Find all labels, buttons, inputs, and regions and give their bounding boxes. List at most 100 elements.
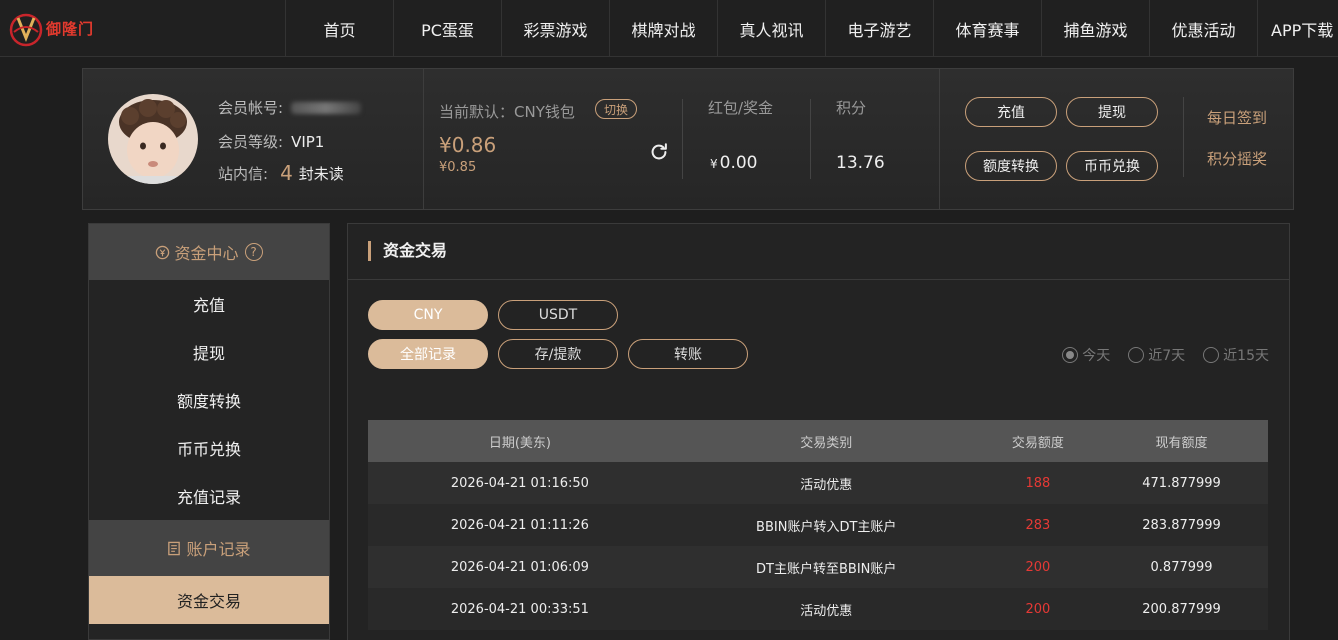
bonus-amount: 0.00 [719, 153, 758, 173]
brand-logo[interactable]: 御隆门 [8, 6, 108, 50]
nav-item-app-download[interactable]: APP下载 [1257, 0, 1338, 57]
dragon-logo-icon [9, 13, 43, 47]
nav-item-home[interactable]: 首页 [285, 0, 393, 57]
sidebar-section-records: 账户记录 [89, 520, 329, 576]
deposit-button[interactable]: 充值 [965, 97, 1057, 127]
nav-item-promotions[interactable]: 优惠活动 [1149, 0, 1257, 57]
cell-amount: 283 [980, 504, 1096, 546]
unread-count[interactable]: 4 [280, 161, 293, 185]
sidebar-item-withdraw[interactable]: 提现 [89, 328, 329, 376]
daily-checkin-link[interactable]: 每日签到 [1207, 107, 1267, 128]
table-row: 2026-04-21 00:33:51 活动优惠 200 200.877999 [368, 588, 1268, 630]
mail-row[interactable]: 站内信: 4 封未读 [218, 161, 344, 185]
cell-date: 2026-04-21 01:11:26 [368, 504, 672, 546]
wallet-label: 当前默认：CNY钱包 [439, 103, 575, 121]
filter-all-records[interactable]: 全部记录 [368, 339, 488, 369]
range-today-label: 今天 [1082, 348, 1111, 364]
nav-item-slots[interactable]: 电子游艺 [825, 0, 933, 57]
filter-deposit-withdraw[interactable]: 存/提款 [498, 339, 618, 369]
cell-date: 2026-04-21 00:33:51 [368, 588, 672, 630]
wallet-sub-balance: ¥0.85 [439, 160, 477, 175]
exchange-button[interactable]: 币币兑换 [1066, 151, 1158, 181]
bonus-value: ¥0.00 [710, 153, 758, 173]
account-value-redacted [291, 101, 362, 114]
level-label: 会员等级: [218, 133, 284, 151]
sidebar-item-transfer[interactable]: 额度转换 [89, 376, 329, 424]
divider [682, 99, 683, 179]
table-row: 2026-04-21 01:06:09 DT主账户转至BBIN账户 200 0.… [368, 546, 1268, 588]
divider [810, 99, 811, 179]
mail-label: 站内信: [218, 164, 269, 183]
sidebar-item-deposit[interactable]: 充值 [89, 280, 329, 328]
cell-date: 2026-04-21 01:16:50 [368, 462, 672, 504]
cell-type: 活动优惠 [671, 588, 981, 630]
nav-item-pc-egg[interactable]: PC蛋蛋 [393, 0, 501, 57]
column-amount: 交易额度 [980, 420, 1096, 462]
divider [1183, 97, 1184, 177]
range-today[interactable]: 今天 [1062, 345, 1110, 365]
range-7-days[interactable]: 近7天 [1128, 345, 1185, 365]
filter-transfer[interactable]: 转账 [628, 339, 748, 369]
cell-balance: 200.877999 [1095, 588, 1268, 630]
currency-tab-usdt[interactable]: USDT [498, 300, 618, 330]
refresh-icon[interactable] [648, 141, 670, 163]
nav-item-lottery[interactable]: 彩票游戏 [501, 0, 609, 57]
transactions-table: 日期(美东) 交易类别 交易额度 现有额度 2026-04-21 01:16:5… [368, 420, 1268, 630]
nav-item-chess[interactable]: 棋牌对战 [609, 0, 717, 57]
cell-type: BBIN账户转入DT主账户 [671, 504, 981, 546]
sidebar-item-deposit-records[interactable]: 充值记录 [89, 472, 329, 520]
baby-avatar-icon [108, 94, 198, 184]
column-type: 交易类别 [671, 420, 981, 462]
withdraw-button[interactable]: 提现 [1066, 97, 1158, 127]
date-range-radio-group: 今天 近7天 近15天 [1062, 345, 1269, 365]
cell-balance: 283.877999 [1095, 504, 1268, 546]
sidebar: 资金中心 ? 充值 提现 额度转换 币币兑换 充值记录 账户记录 资金交易 [88, 223, 330, 640]
table-row: 2026-04-21 01:16:50 活动优惠 188 471.877999 [368, 462, 1268, 504]
range-7-days-label: 近7天 [1148, 348, 1186, 364]
bonus-currency: ¥ [710, 157, 718, 171]
transfer-button[interactable]: 额度转换 [965, 151, 1057, 181]
column-balance: 现有额度 [1095, 420, 1268, 462]
unread-suffix: 封未读 [298, 164, 344, 183]
nav-item-fishing[interactable]: 捕鱼游戏 [1041, 0, 1149, 57]
avatar[interactable] [108, 94, 198, 184]
main-nav: 首页 PC蛋蛋 彩票游戏 棋牌对战 真人视讯 电子游艺 体育赛事 捕鱼游戏 优惠… [285, 0, 1338, 57]
account-row: 会员帐号: [218, 97, 362, 118]
cell-type: DT主账户转至BBIN账户 [671, 546, 981, 588]
points-value: 13.76 [836, 153, 885, 173]
range-15-days[interactable]: 近15天 [1203, 345, 1269, 365]
cell-type: 活动优惠 [671, 462, 981, 504]
sidebar-item-exchange[interactable]: 币币兑换 [89, 424, 329, 472]
document-icon [168, 541, 181, 555]
divider [423, 69, 424, 209]
nav-item-live[interactable]: 真人视讯 [717, 0, 825, 57]
wallet-balance: ¥0.86 [439, 133, 497, 157]
level-row: 会员等级: VIP1 [218, 131, 324, 152]
table-row: 2026-04-21 01:11:26 BBIN账户转入DT主账户 283 28… [368, 504, 1268, 546]
main-content: 资金交易 CNY USDT 全部记录 存/提款 转账 今天 近7天 近15天 日… [347, 223, 1290, 640]
points-lottery-link[interactable]: 积分摇奖 [1207, 148, 1267, 169]
table-header-row: 日期(美东) 交易类别 交易额度 现有额度 [368, 420, 1268, 462]
bonus-label: 红包/奖金 [708, 99, 774, 117]
sidebar-section-records-label: 账户记录 [186, 540, 251, 559]
nav-item-sports[interactable]: 体育赛事 [933, 0, 1041, 57]
member-info-panel: 会员帐号: 会员等级: VIP1 站内信: 4 封未读 当前默认：CNY钱包 切… [82, 68, 1294, 210]
divider [348, 279, 1289, 280]
page-title: 资金交易 [368, 241, 447, 261]
account-label: 会员帐号: [218, 99, 284, 117]
radio-checked-icon [1062, 347, 1079, 363]
cell-date: 2026-04-21 01:06:09 [368, 546, 672, 588]
sidebar-item-fund-transactions[interactable]: 资金交易 [89, 576, 329, 624]
cell-amount: 200 [980, 546, 1096, 588]
divider [939, 69, 940, 209]
cell-amount: 200 [980, 588, 1096, 630]
column-date: 日期(美东) [368, 420, 672, 462]
coin-icon [156, 245, 170, 259]
wallet-switch-button[interactable]: 切换 [595, 99, 637, 119]
range-15-days-label: 近15天 [1223, 348, 1269, 364]
help-icon[interactable]: ? [244, 243, 263, 261]
sidebar-section-funds: 资金中心 ? [89, 224, 329, 280]
currency-tab-cny[interactable]: CNY [368, 300, 488, 330]
cell-balance: 0.877999 [1095, 546, 1268, 588]
radio-icon [1128, 347, 1145, 363]
